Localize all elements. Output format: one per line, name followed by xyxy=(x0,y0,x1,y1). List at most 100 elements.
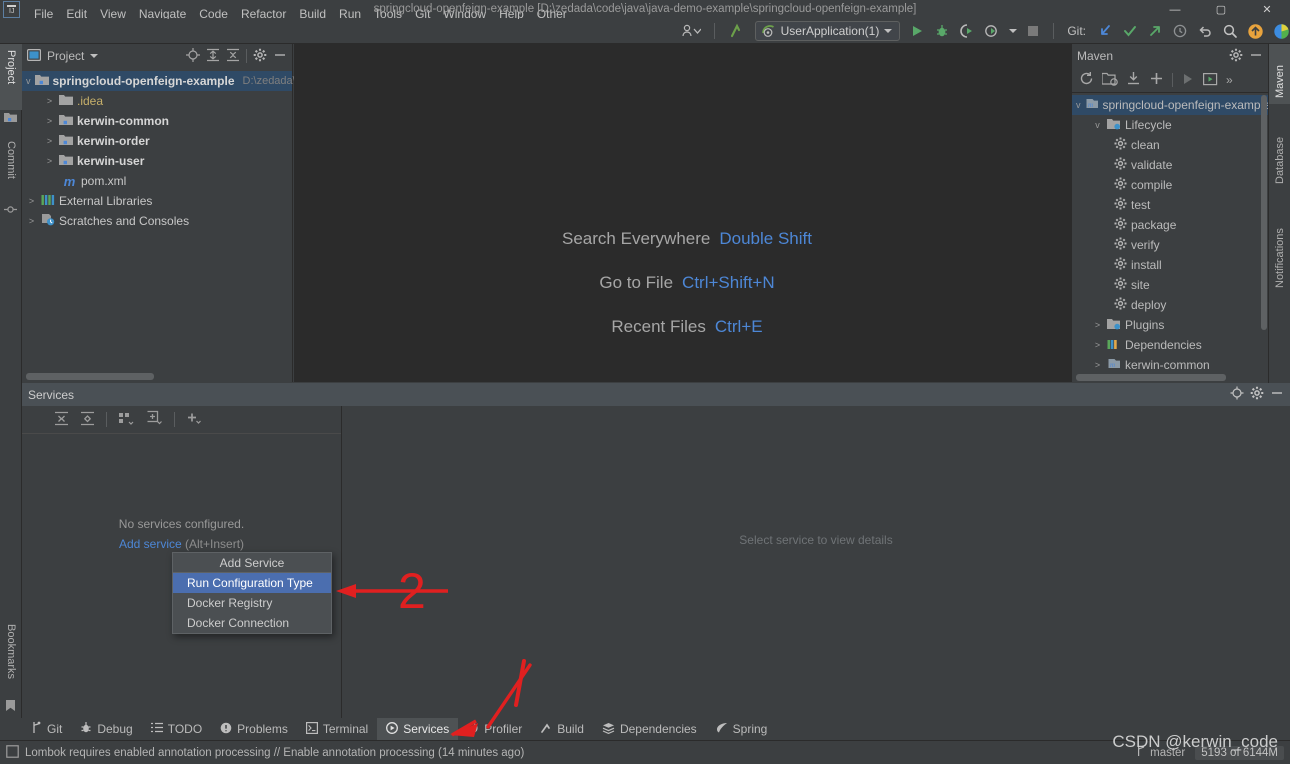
event-log-icon[interactable] xyxy=(6,745,19,761)
tree-row[interactable]: > External Libraries xyxy=(22,191,292,211)
group-by-icon[interactable] xyxy=(118,411,135,429)
run-icon[interactable] xyxy=(909,23,925,39)
reload-icon[interactable] xyxy=(1079,71,1094,89)
chevron-right-icon[interactable]: > xyxy=(26,196,37,206)
maven-tree-row[interactable]: install xyxy=(1072,255,1268,275)
maven-tree-row[interactable]: deploy xyxy=(1072,295,1268,315)
maven-tree-row[interactable]: > Plugins xyxy=(1072,315,1268,335)
minimize-button[interactable]: — xyxy=(1152,0,1198,19)
add-icon[interactable] xyxy=(1149,71,1164,89)
add-module-icon[interactable] xyxy=(1102,72,1118,89)
chevron-right-icon[interactable]: > xyxy=(44,96,55,106)
collapse-all-icon[interactable] xyxy=(80,411,95,429)
execute-goal-icon[interactable] xyxy=(1203,72,1218,89)
chevron-right-icon[interactable]: > xyxy=(26,216,37,226)
popup-item-run-configuration-type[interactable]: Run Configuration Type xyxy=(173,573,331,593)
bottom-tab-spring[interactable]: Spring xyxy=(706,718,777,740)
sidebar-item-database[interactable]: Database xyxy=(1269,112,1290,190)
window-controls[interactable]: — ▢ ✕ xyxy=(1152,0,1290,19)
tree-row[interactable]: > Scratches and Consoles xyxy=(22,211,292,231)
gear-icon[interactable] xyxy=(1229,48,1243,65)
chevron-right-icon[interactable]: > xyxy=(1092,360,1103,370)
maven-tree-row[interactable]: v Lifecycle xyxy=(1072,115,1268,135)
run-configuration-selector[interactable]: UserApplication(1) xyxy=(755,21,901,41)
maximize-button[interactable]: ▢ xyxy=(1198,0,1244,19)
undo-icon[interactable] xyxy=(1197,23,1213,39)
bottom-tab-services[interactable]: Services xyxy=(377,718,458,740)
history-icon[interactable] xyxy=(1172,23,1188,39)
sidebar-item-notifications[interactable]: Notifications xyxy=(1269,198,1290,294)
search-icon[interactable] xyxy=(1222,23,1238,39)
maven-tree-row[interactable]: site xyxy=(1072,275,1268,295)
project-hscrollbar[interactable] xyxy=(26,373,288,380)
debug-icon[interactable] xyxy=(934,23,950,39)
popup-item-docker-registry[interactable]: Docker Registry xyxy=(173,593,331,613)
maven-tree-row[interactable]: package xyxy=(1072,215,1268,235)
tree-row[interactable]: > kerwin-user xyxy=(22,151,292,171)
run-with-coverage-icon[interactable] xyxy=(959,23,975,39)
maven-tree-row[interactable]: clean xyxy=(1072,135,1268,155)
chevron-right-icon[interactable]: > xyxy=(1092,340,1103,350)
tree-row[interactable]: > kerwin-common xyxy=(22,111,292,131)
bottom-tab-git[interactable]: Git xyxy=(22,718,71,740)
maven-tree-row[interactable]: test xyxy=(1072,195,1268,215)
maven-tree[interactable]: v m springcloud-openfeign-example v Life… xyxy=(1072,93,1268,381)
chevron-right-icon[interactable]: > xyxy=(44,156,55,166)
maven-tree-row[interactable]: compile xyxy=(1072,175,1268,195)
maven-tree-row[interactable]: > m kerwin-common xyxy=(1072,355,1268,375)
maven-tree-row[interactable]: > Dependencies xyxy=(1072,335,1268,355)
tree-row[interactable]: v springcloud-openfeign-example D:\zedad… xyxy=(22,71,292,91)
maven-hscrollbar[interactable] xyxy=(1076,374,1246,381)
gear-icon[interactable] xyxy=(1250,386,1264,403)
maven-tree-row[interactable]: v m springcloud-openfeign-example xyxy=(1072,95,1268,115)
chevron-right-icon[interactable]: > xyxy=(44,136,55,146)
git-push-icon[interactable] xyxy=(1147,23,1163,39)
bottom-tab-problems[interactable]: Problems xyxy=(211,718,297,740)
updates-icon[interactable] xyxy=(1247,23,1264,40)
maven-tree-row[interactable]: validate xyxy=(1072,155,1268,175)
project-chevron-down-icon[interactable] xyxy=(90,54,98,58)
chevron-expanded-icon[interactable]: v xyxy=(1092,120,1103,130)
profile-chevron-down-icon[interactable] xyxy=(1009,29,1017,33)
maven-vscrollbar-thumb[interactable] xyxy=(1261,95,1267,330)
expand-all-icon[interactable] xyxy=(54,411,69,429)
sidebar-item-maven[interactable]: Maven xyxy=(1269,44,1290,104)
expand-all-icon[interactable] xyxy=(206,48,220,65)
chevron-right-icon[interactable]: > xyxy=(44,116,55,126)
bottom-tab-build[interactable]: Build xyxy=(531,718,593,740)
minimize-icon[interactable] xyxy=(1270,386,1284,403)
add-service-popup[interactable]: Add Service Run Configuration Type Docke… xyxy=(172,552,332,634)
collapse-all-icon[interactable] xyxy=(226,48,240,65)
status-message[interactable]: Lombok requires enabled annotation proce… xyxy=(25,747,524,759)
popup-item-docker-connection[interactable]: Docker Connection xyxy=(173,613,331,633)
hide-icon[interactable] xyxy=(1249,48,1263,65)
close-button[interactable]: ✕ xyxy=(1244,0,1290,19)
chevron-expanded-icon[interactable]: v xyxy=(26,76,31,86)
chevron-right-icon[interactable]: > xyxy=(1092,320,1103,330)
profile-icon[interactable] xyxy=(984,23,1000,39)
bottom-tab-todo[interactable]: TODO xyxy=(142,718,211,740)
chevron-down-icon[interactable] xyxy=(884,29,892,33)
download-sources-icon[interactable] xyxy=(1126,71,1141,89)
chevron-expanded-icon[interactable]: v xyxy=(1076,100,1081,110)
bottom-tab-profiler[interactable]: Profiler xyxy=(458,718,531,740)
add-service-link-label[interactable]: Add service xyxy=(119,537,182,551)
more-icon[interactable]: » xyxy=(1226,73,1233,87)
build-arrow-icon[interactable] xyxy=(728,22,746,40)
sidebar-item-commit[interactable]: Commit xyxy=(0,135,22,201)
maven-hscrollbar-thumb[interactable] xyxy=(1076,374,1226,381)
git-update-icon[interactable] xyxy=(1097,23,1113,39)
bottom-tab-debug[interactable]: Debug xyxy=(71,718,141,740)
tree-row[interactable]: > .idea xyxy=(22,91,292,111)
maven-tree-row[interactable]: verify xyxy=(1072,235,1268,255)
tree-row[interactable]: > kerwin-order xyxy=(22,131,292,151)
user-settings-icon[interactable] xyxy=(681,23,701,39)
git-commit-icon[interactable] xyxy=(1122,23,1138,39)
bottom-tab-terminal[interactable]: Terminal xyxy=(297,718,377,740)
sidebar-item-project[interactable]: Project xyxy=(0,44,22,110)
add-service-link[interactable]: Add service (Alt+Insert) xyxy=(22,537,341,551)
ide-icon[interactable] xyxy=(1273,23,1290,40)
bottom-tab-dependencies[interactable]: Dependencies xyxy=(593,718,706,740)
add-tab-icon[interactable] xyxy=(146,410,163,429)
project-hscrollbar-thumb[interactable] xyxy=(26,373,154,380)
